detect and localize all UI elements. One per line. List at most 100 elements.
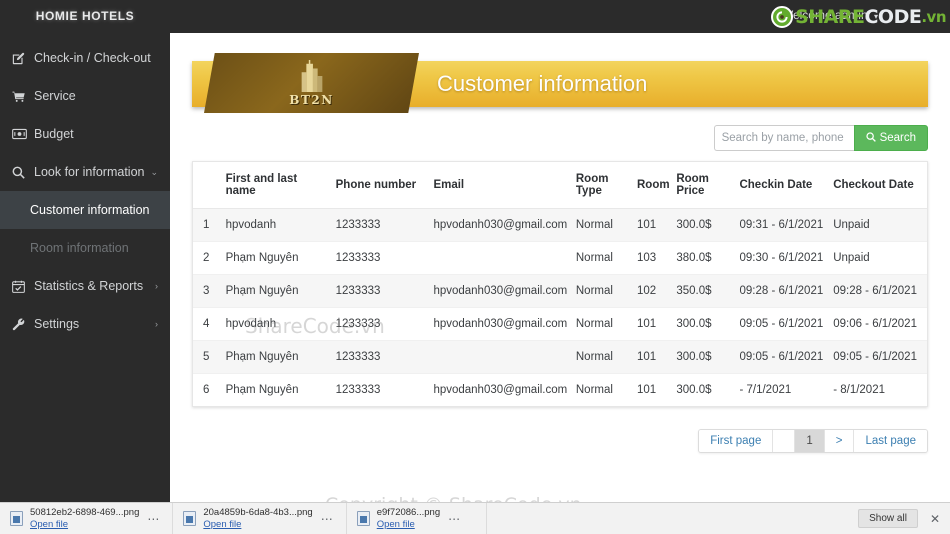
cell-email <box>433 340 576 374</box>
cell-email: hpvodanh030@gmail.com <box>433 208 576 242</box>
search-group: Search <box>713 125 928 151</box>
table-row[interactable]: 4 hpvodanh 1233333 hpvodanh030@gmail.com… <box>193 307 927 341</box>
sidebar-item-label: Service <box>34 89 76 103</box>
cell-checkout: 09:06 - 6/1/2021 <box>833 307 927 341</box>
col-room-type: Room Type <box>575 162 637 209</box>
search-button[interactable]: Search <box>853 125 928 151</box>
sidebar-item-label: Statistics & Reports <box>34 279 144 293</box>
wrench-icon <box>12 318 30 331</box>
sidebar-item-service[interactable]: Service <box>0 77 170 115</box>
cell-phone: 1233333 <box>335 307 434 341</box>
sidebar: HOMIE HOTELS Check-in / Check-out Servic… <box>0 0 170 502</box>
sharecode-badge-icon <box>771 6 794 28</box>
customer-table: First and last name Phone number Email R… <box>193 162 927 406</box>
cell-price: 300.0$ <box>676 307 740 341</box>
download-item[interactable]: 20a4859b-6da8-4b3...png Open file ⋯ <box>173 502 347 534</box>
sidebar-item-label: Settings <box>34 317 80 331</box>
cell-checkout: - 8/1/2021 <box>833 384 885 396</box>
cell-index: 3 <box>193 274 226 308</box>
calendar-check-icon <box>12 280 30 293</box>
cell-room-type: Normal <box>575 241 637 275</box>
table-header-row: First and last name Phone number Email R… <box>193 162 927 209</box>
cell-price: 380.0$ <box>676 241 740 275</box>
cell-checkout: Unpaid <box>833 241 927 275</box>
cell-name: Phạm Nguyên <box>225 340 336 374</box>
sidebar-item-look-for-information[interactable]: Look for information ⌄ <box>0 153 170 191</box>
cell-room-type: Normal <box>575 307 637 341</box>
pagination-next[interactable]: > <box>824 430 855 452</box>
cell-price: 300.0$ <box>676 208 740 242</box>
cell-index: 2 <box>193 241 226 275</box>
download-open-link[interactable]: Open file <box>377 519 440 531</box>
table-row[interactable]: 6 Phạm Nguyên 1233333 hpvodanh030@gmail.… <box>193 374 927 407</box>
cell-index: 5 <box>193 340 226 374</box>
table-row[interactable]: 1 hpvodanh 1233333 hpvodanh030@gmail.com… <box>193 208 927 242</box>
cell-checkin: 09:05 - 6/1/2021 <box>739 307 834 341</box>
cart-icon <box>12 90 30 103</box>
col-name: First and last name <box>225 162 336 209</box>
search-input[interactable] <box>713 125 854 151</box>
col-room-price: Room Price <box>676 162 740 209</box>
sidebar-item-checkin-checkout[interactable]: Check-in / Check-out <box>0 39 170 77</box>
pagination-page-1[interactable]: 1 <box>795 430 825 452</box>
cell-checkin: 09:05 - 6/1/2021 <box>739 340 834 374</box>
cell-room: 101 <box>637 384 657 396</box>
cell-email: hpvodanh030@gmail.com <box>433 274 576 308</box>
cell-phone: 1233333 <box>335 340 434 374</box>
download-open-link[interactable]: Open file <box>30 519 139 531</box>
cell-price: 300.0$ <box>676 340 740 374</box>
table-row[interactable]: 3 Phạm Nguyên 1233333 hpvodanh030@gmail.… <box>193 274 927 308</box>
app-root: HOMIE HOTELS Check-in / Check-out Servic… <box>0 0 950 534</box>
main-content: BT2N Customer information Search by name… <box>170 33 950 502</box>
emblem-text: BT2N <box>289 92 334 107</box>
download-open-link[interactable]: Open file <box>203 519 312 531</box>
cell-checkin: 09:31 - 6/1/2021 <box>739 208 834 242</box>
col-checkout: Checkout Date <box>833 162 927 209</box>
col-checkin: Checkin Date <box>739 162 834 209</box>
pagination-first-page[interactable]: First page <box>699 430 774 452</box>
page-banner: BT2N Customer information <box>192 53 928 113</box>
cell-name: Phạm Nguyên <box>225 241 336 275</box>
cell-room: 101 <box>637 208 677 242</box>
show-all-downloads-button[interactable]: Show all <box>858 509 918 528</box>
cell-index: 1 <box>193 208 226 242</box>
pagination-last-page[interactable]: Last page <box>854 430 927 452</box>
logo-code-text: CODE <box>864 6 922 28</box>
download-menu-icon[interactable]: ⋯ <box>440 512 469 526</box>
download-file-name: 20a4859b-6da8-4b3...png <box>203 506 313 518</box>
sidebar-item-label: Check-in / Check-out <box>34 51 151 65</box>
sidebar-item-customer-information[interactable]: Customer information <box>0 191 170 229</box>
download-text: 20a4859b-6da8-4b3...png Open file <box>203 507 312 531</box>
sidebar-item-budget[interactable]: Budget <box>0 115 170 153</box>
cell-room: 102 <box>637 274 677 308</box>
file-icon <box>356 511 370 526</box>
chevron-down-icon: ⌄ <box>150 166 159 177</box>
brand-emblem: BT2N <box>204 53 419 113</box>
sidebar-item-room-information[interactable]: Room information <box>0 229 170 267</box>
download-menu-icon[interactable]: ⋯ <box>313 512 342 526</box>
cell-name: hpvodanh <box>225 307 336 341</box>
sidebar-nav: Check-in / Check-out Service Budget Look… <box>0 39 170 343</box>
table-row[interactable]: 5 Phạm Nguyên 1233333 Normal 101 300.0$ … <box>193 340 927 374</box>
cell-email <box>433 241 576 275</box>
download-item[interactable]: e9f72086...png Open file ⋯ <box>347 502 487 534</box>
cell-email: hpvodanh030@gmail.com <box>433 307 576 341</box>
download-menu-icon[interactable]: ⋯ <box>139 512 168 526</box>
sidebar-item-statistics-reports[interactable]: Statistics & Reports › <box>0 267 170 305</box>
cell-phone: 1233333 <box>335 208 434 242</box>
cell-room-type: Normal <box>575 274 637 308</box>
search-icon <box>865 131 876 145</box>
cell-room-type: Normal <box>575 384 613 396</box>
table-row[interactable]: 2 Phạm Nguyên 1233333 Normal 103 380.0$ … <box>193 241 927 275</box>
cell-name: hpvodanh <box>225 208 336 242</box>
pagination-gap <box>773 430 796 452</box>
sidebar-item-settings[interactable]: Settings › <box>0 305 170 343</box>
cell-phone: 1233333 <box>335 241 434 275</box>
close-icon[interactable]: ✕ <box>930 512 940 526</box>
download-item[interactable]: 50812eb2-6898-469...png Open file ⋯ <box>0 502 174 534</box>
sidebar-subitem-label: Room information <box>30 241 129 255</box>
download-file-name: 50812eb2-6898-469...png <box>30 506 140 518</box>
search-button-label: Search <box>879 132 916 144</box>
cell-room-type: Normal <box>575 340 637 374</box>
file-icon <box>10 511 23 526</box>
